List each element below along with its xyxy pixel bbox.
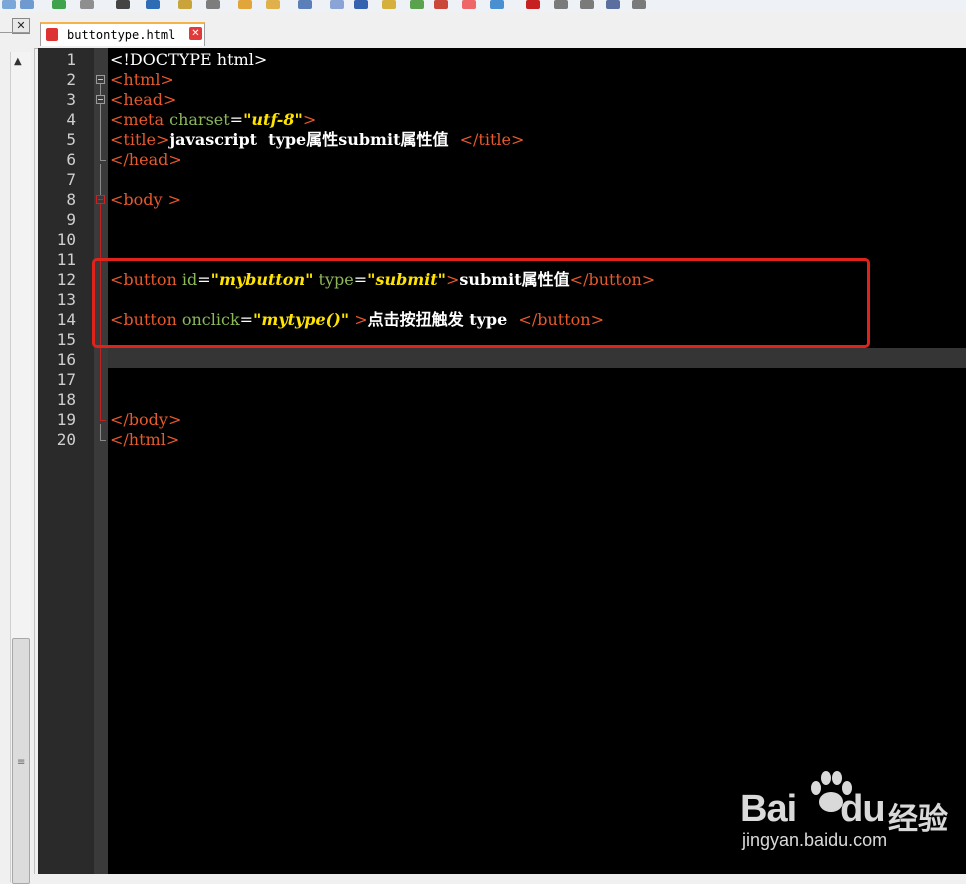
logo-part-du: du — [840, 788, 885, 830]
wrap-icon[interactable] — [330, 0, 344, 9]
grip-icon: ≡ — [17, 757, 26, 768]
line-number: 10 — [56, 230, 76, 249]
tab-bar: buttontype.html ✕ — [34, 12, 966, 49]
new-file-icon[interactable] — [2, 0, 16, 9]
color-icon[interactable] — [490, 0, 504, 9]
attribute: charset — [169, 110, 230, 129]
redo-icon[interactable] — [80, 0, 94, 9]
fold-line — [100, 424, 101, 440]
fold-line — [100, 84, 101, 95]
fold-end — [100, 160, 106, 161]
stop-icon[interactable] — [554, 0, 568, 9]
scrollbar-thumb[interactable]: ≡ — [12, 638, 30, 884]
tag: <meta — [110, 110, 170, 129]
line-number: 11 — [56, 250, 76, 269]
fold-line — [100, 164, 101, 195]
line-number: 3 — [66, 90, 76, 109]
line-number: 14 — [56, 310, 76, 329]
line-number: 17 — [56, 370, 76, 389]
find-icon[interactable] — [178, 0, 192, 9]
fold-end-active — [100, 420, 106, 421]
code-line-3[interactable]: <head> — [110, 90, 176, 110]
line-number: 20 — [56, 430, 76, 449]
line-number: 13 — [56, 290, 76, 309]
function-icon[interactable] — [434, 0, 448, 9]
line-number: 18 — [56, 390, 76, 409]
line-number: 8 — [66, 190, 76, 209]
code-line-5[interactable]: <title>javascript type属性submit属性值 </titl… — [110, 130, 524, 150]
fold-toggle-html[interactable] — [96, 75, 105, 84]
play-multiple-icon[interactable] — [606, 0, 620, 9]
play-icon[interactable] — [580, 0, 594, 9]
baidu-logo-text: Bai du — [740, 788, 886, 831]
tag: </body> — [110, 410, 182, 429]
save-macro-icon[interactable] — [632, 0, 646, 9]
fold-line — [100, 104, 101, 160]
left-panel: ✕ ▲ ≡ — [0, 12, 35, 884]
fold-toggle-head[interactable] — [96, 95, 105, 104]
code-line-6[interactable]: </head> — [110, 150, 182, 170]
panel-icon[interactable] — [462, 0, 476, 9]
tag: <head> — [110, 90, 177, 109]
tab-label: buttontype.html — [67, 28, 176, 42]
annotation-highlight-box — [92, 258, 870, 348]
line-number: 7 — [66, 170, 76, 189]
code-line-2[interactable]: <html> — [110, 70, 174, 90]
equals: = — [229, 110, 244, 129]
line-number: 1 — [66, 50, 76, 69]
line-number: 4 — [66, 110, 76, 129]
scroll-up-icon[interactable]: ▲ — [14, 56, 22, 67]
code-line-19[interactable]: </body> — [110, 410, 181, 430]
tag: </title> — [459, 130, 525, 149]
settings-icon[interactable] — [146, 0, 160, 9]
tag: <html> — [110, 70, 174, 89]
fold-end — [100, 440, 106, 441]
doctype-text: <!DOCTYPE html> — [110, 50, 268, 69]
line-number: 16 — [56, 350, 76, 369]
tab-buttontype-html[interactable]: buttontype.html ✕ — [40, 22, 205, 46]
tab-close-icon[interactable]: ✕ — [189, 27, 202, 40]
open-file-icon[interactable] — [20, 0, 34, 9]
bookmark-icon[interactable] — [382, 0, 396, 9]
logo-part-bai: Bai — [740, 788, 797, 830]
code-line-4[interactable]: <meta charset="utf-8"> — [110, 110, 316, 130]
sync-icon[interactable] — [298, 0, 312, 9]
tag: > — [302, 110, 317, 129]
line-number: 12 — [56, 270, 76, 289]
string-value: "utf-8" — [243, 110, 303, 129]
code-editor[interactable]: 1 2 3 4 5 6 7 8 9 10 11 12 13 14 15 16 1… — [38, 48, 966, 874]
panel-divider — [0, 32, 30, 33]
line-number: 6 — [66, 150, 76, 169]
code-line-20[interactable]: </html> — [110, 430, 179, 450]
undo-icon[interactable] — [52, 0, 66, 9]
panel-scrollbar[interactable]: ▲ ≡ — [10, 52, 31, 884]
indent-icon[interactable] — [354, 0, 368, 9]
fold-margin — [94, 48, 108, 874]
watermark-url: jingyan.baidu.com — [742, 830, 888, 850]
line-number: 19 — [56, 410, 76, 429]
map-icon[interactable] — [410, 0, 424, 9]
jingyan-text: 经验 — [888, 802, 948, 837]
zoom-in-icon[interactable] — [238, 0, 252, 9]
tag: </head> — [110, 150, 182, 169]
line-number: 2 — [66, 70, 76, 89]
fold-toggle-body[interactable] — [96, 195, 105, 204]
tag: </html> — [110, 430, 180, 449]
title-text: javascript type属性submit属性值 — [169, 130, 460, 149]
code-line-8[interactable]: <body > — [110, 190, 181, 210]
baidu-watermark: Bai du 经验 jingyan.baidu.com — [740, 770, 960, 860]
current-line-highlight — [108, 348, 966, 368]
code-line-1[interactable]: <!DOCTYPE html> — [110, 50, 267, 70]
line-number: 5 — [66, 130, 76, 149]
line-number: 9 — [66, 210, 76, 229]
tag: <title> — [110, 130, 170, 149]
file-modified-icon — [46, 28, 58, 41]
record-icon[interactable] — [526, 0, 540, 9]
tag: <body > — [110, 190, 182, 209]
zoom-out-icon[interactable] — [266, 0, 280, 9]
line-number: 15 — [56, 330, 76, 349]
print-icon[interactable] — [116, 0, 130, 9]
replace-icon[interactable] — [206, 0, 220, 9]
